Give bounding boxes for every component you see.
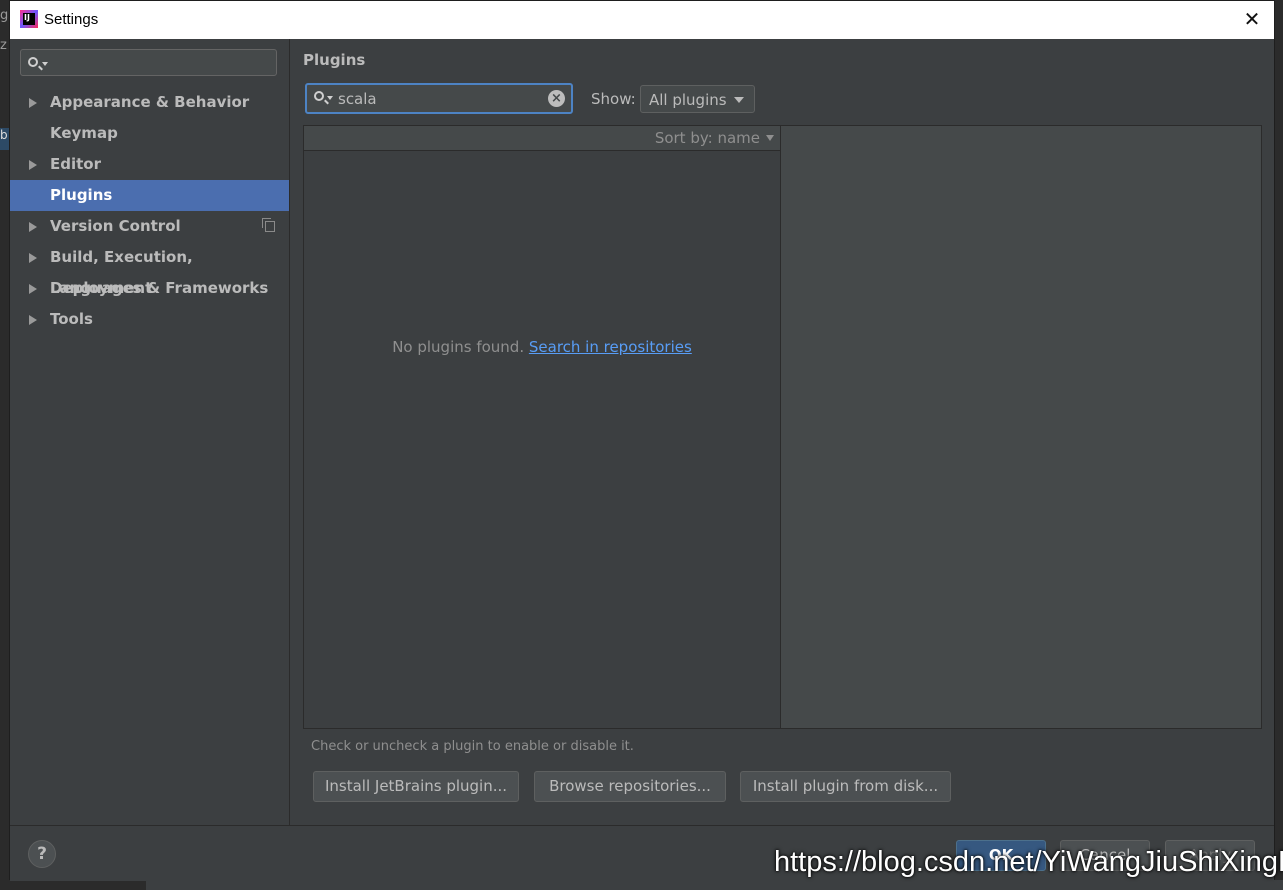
settings-sidebar: Appearance & Behavior Keymap Editor Plug… — [10, 39, 290, 825]
sidebar-item-label: Appearance & Behavior — [50, 93, 250, 111]
settings-tree: Appearance & Behavior Keymap Editor Plug… — [10, 87, 289, 335]
show-filter-value: All plugins — [649, 91, 727, 109]
plugin-search-input[interactable]: scala × — [305, 83, 573, 114]
install-plugin-from-disk-button[interactable]: Install plugin from disk... — [740, 771, 951, 802]
empty-state-text: No plugins found. — [392, 338, 525, 356]
background-text-fragment: z — [0, 38, 7, 53]
plugin-list-header: Sort by: name — [304, 126, 780, 151]
clear-search-icon[interactable]: × — [548, 90, 565, 107]
browse-repositories-button[interactable]: Browse repositories... — [534, 771, 726, 802]
sidebar-item-label: Languages & Frameworks — [50, 279, 269, 297]
background-tab-fragment: b — [0, 128, 9, 150]
settings-search-input[interactable] — [20, 49, 277, 76]
sidebar-item-label: Version Control — [50, 217, 181, 235]
sort-by-button[interactable]: Sort by: name — [655, 129, 760, 147]
window-title: Settings — [44, 11, 99, 28]
expand-arrow-icon[interactable] — [29, 284, 37, 294]
expand-arrow-icon[interactable] — [29, 315, 37, 325]
plugin-search-value: scala — [338, 90, 377, 108]
sidebar-item-label: Keymap — [50, 124, 118, 142]
expand-arrow-icon[interactable] — [29, 222, 37, 232]
show-filter-label: Show: — [591, 90, 636, 108]
plugin-list: Sort by: name No plugins found. Search i… — [303, 125, 781, 729]
background-window-edge — [0, 880, 1283, 890]
empty-state-message: No plugins found. Search in repositories — [304, 338, 780, 356]
chevron-down-icon — [734, 97, 744, 103]
sidebar-item-keymap[interactable]: Keymap — [10, 118, 289, 149]
search-icon — [314, 91, 324, 101]
plugin-details-panel — [781, 125, 1262, 729]
expand-arrow-icon[interactable] — [29, 160, 37, 170]
expand-arrow-icon[interactable] — [29, 253, 37, 263]
watermark-text: https://blog.csdn.net/YiWangJiuShiXingFu — [774, 846, 1283, 878]
search-in-repositories-link[interactable]: Search in repositories — [529, 338, 692, 356]
search-icon — [28, 57, 38, 67]
sidebar-item-tools[interactable]: Tools — [10, 304, 289, 335]
plugin-hint-text: Check or uncheck a plugin to enable or d… — [311, 739, 634, 754]
sidebar-item-editor[interactable]: Editor — [10, 149, 289, 180]
close-icon[interactable]: ✕ — [1240, 7, 1264, 31]
sidebar-item-appearance-behavior[interactable]: Appearance & Behavior — [10, 87, 289, 118]
intellij-app-icon: IJ — [20, 10, 38, 28]
show-filter-dropdown[interactable]: All plugins — [640, 85, 755, 113]
title-bar: IJ Settings ✕ — [10, 1, 1274, 39]
chevron-down-icon — [766, 135, 774, 141]
expand-arrow-icon[interactable] — [29, 98, 37, 108]
sidebar-item-label: Plugins — [50, 186, 113, 204]
page-title: Plugins — [303, 51, 366, 69]
background-strip — [146, 880, 1283, 890]
plugins-panel: Plugins scala × Show: All plugins Sort b… — [290, 39, 1274, 825]
background-window-edge — [1275, 0, 1283, 890]
sidebar-item-build-execution-deployment[interactable]: Build, Execution, Deployment — [10, 242, 289, 297]
sidebar-item-version-control[interactable]: Version Control — [10, 211, 289, 242]
chevron-down-icon — [327, 96, 333, 100]
settings-dialog: IJ Settings ✕ Appearance & Behavior Keym… — [9, 0, 1275, 881]
sidebar-item-label: Tools — [50, 310, 93, 328]
background-text-fragment: g — [0, 8, 9, 23]
background-window-edge: g z b — [0, 0, 9, 890]
sidebar-item-label: Editor — [50, 155, 101, 173]
copy-icon — [262, 218, 275, 232]
chevron-down-icon — [42, 62, 48, 66]
help-button[interactable]: ? — [28, 840, 56, 868]
install-jetbrains-plugin-button[interactable]: Install JetBrains plugin... — [313, 771, 519, 802]
sidebar-item-plugins[interactable]: Plugins — [10, 180, 289, 211]
sidebar-item-languages-frameworks[interactable]: Languages & Frameworks — [10, 273, 289, 304]
